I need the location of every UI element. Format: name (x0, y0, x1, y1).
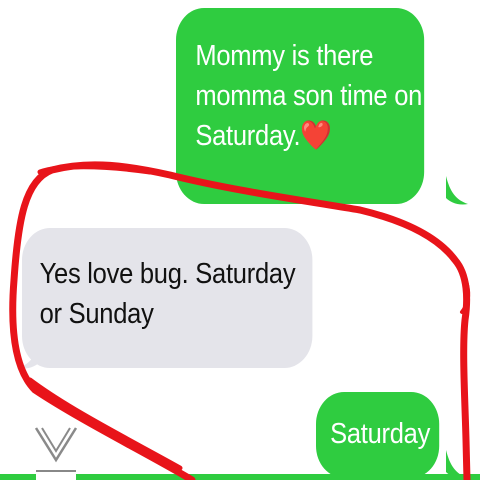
message-bubble-sent[interactable]: Mommy is there momma son time on Saturda… (176, 8, 425, 204)
heart-emoji-icon: ❤️ (300, 120, 332, 152)
message-bubble-sent[interactable]: Saturday (316, 392, 440, 478)
message-text-line: Yes love bug. Saturday (39, 258, 296, 290)
bubble-tail-icon (18, 340, 40, 369)
message-text-line: or Sunday (39, 298, 154, 330)
message-text-line: Saturday.❤️ (195, 116, 424, 156)
message-text-line: momma son time on (195, 80, 423, 112)
message-text-line: Mommy is there (195, 40, 374, 72)
scroll-indicator (36, 470, 76, 480)
message-text-segment: Saturday. (195, 120, 301, 152)
message-thread: Mommy is there momma son time on Saturda… (0, 0, 480, 480)
chevron-down-icon[interactable] (34, 424, 78, 464)
message-bubble-received[interactable]: Yes love bug. Saturday or Sunday (22, 228, 313, 368)
message-text-line: Saturday (330, 418, 431, 450)
bubble-tail-icon (446, 176, 468, 205)
